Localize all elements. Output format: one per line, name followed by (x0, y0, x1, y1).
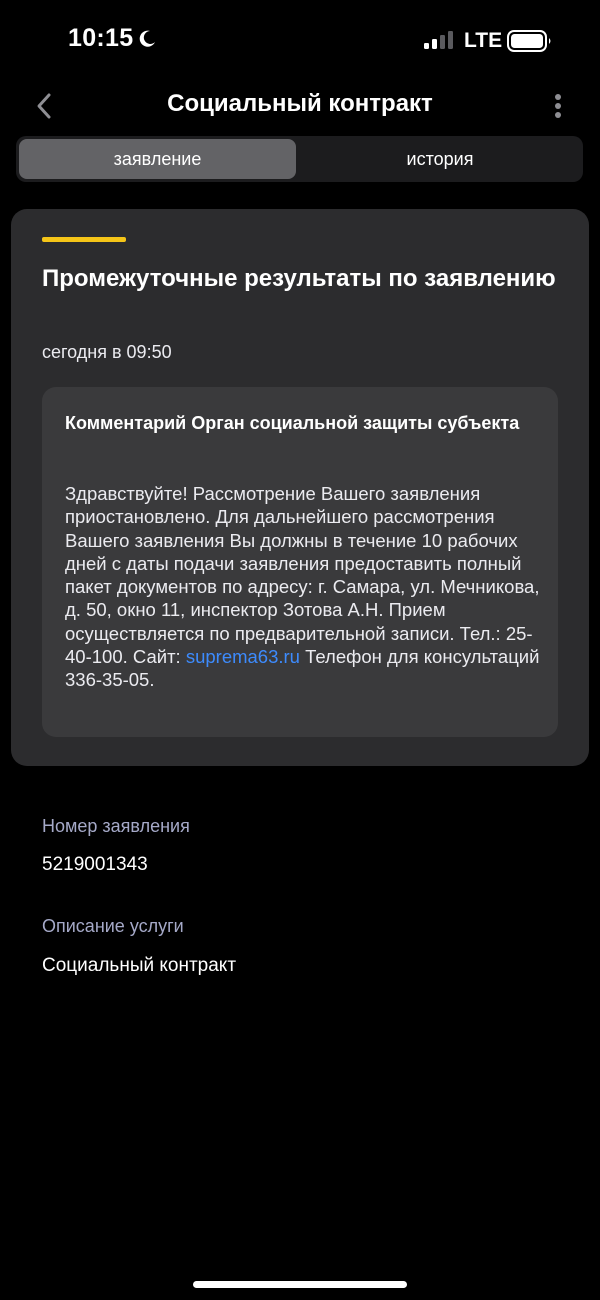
status-card: Промежуточные результаты по заявлению се… (11, 209, 589, 766)
tab-application[interactable]: заявление (19, 139, 296, 179)
application-number-label: Номер заявления (42, 816, 190, 836)
status-time-label: 10:15 (68, 24, 134, 52)
more-button[interactable] (544, 88, 572, 124)
signal-icon (424, 31, 453, 49)
tab-history[interactable]: история (300, 139, 580, 179)
card-title: Промежуточные результаты по заявлению (42, 265, 556, 292)
more-vertical-icon (555, 94, 561, 118)
comment-text: Здравствуйте! Рассмотрение Вашего заявле… (65, 483, 540, 668)
page-title: Социальный контракт (167, 90, 433, 117)
card-date: сегодня в 09:50 (42, 342, 172, 362)
home-indicator (193, 1281, 407, 1288)
service-description-value: Социальный контракт (42, 955, 237, 976)
accent-line (42, 237, 126, 242)
comment-title: Комментарий Орган социальной защиты субъ… (65, 413, 520, 433)
nav-bar: Социальный контракт (0, 80, 600, 132)
application-number-value: 5219001343 (42, 854, 148, 875)
status-time: 10:15 (68, 24, 157, 53)
website-link[interactable]: suprema63.ru (186, 646, 300, 667)
segmented-control: заявление история (16, 136, 583, 182)
moon-icon (140, 30, 156, 47)
comment-box: Комментарий Орган социальной защиты субъ… (42, 387, 558, 737)
service-description-label: Описание услуги (42, 916, 184, 936)
battery-icon (507, 30, 551, 52)
comment-body: Здравствуйте! Рассмотрение Вашего заявле… (65, 482, 545, 692)
status-bar: 10:15 LTE (0, 0, 600, 80)
network-label: LTE (464, 29, 503, 52)
